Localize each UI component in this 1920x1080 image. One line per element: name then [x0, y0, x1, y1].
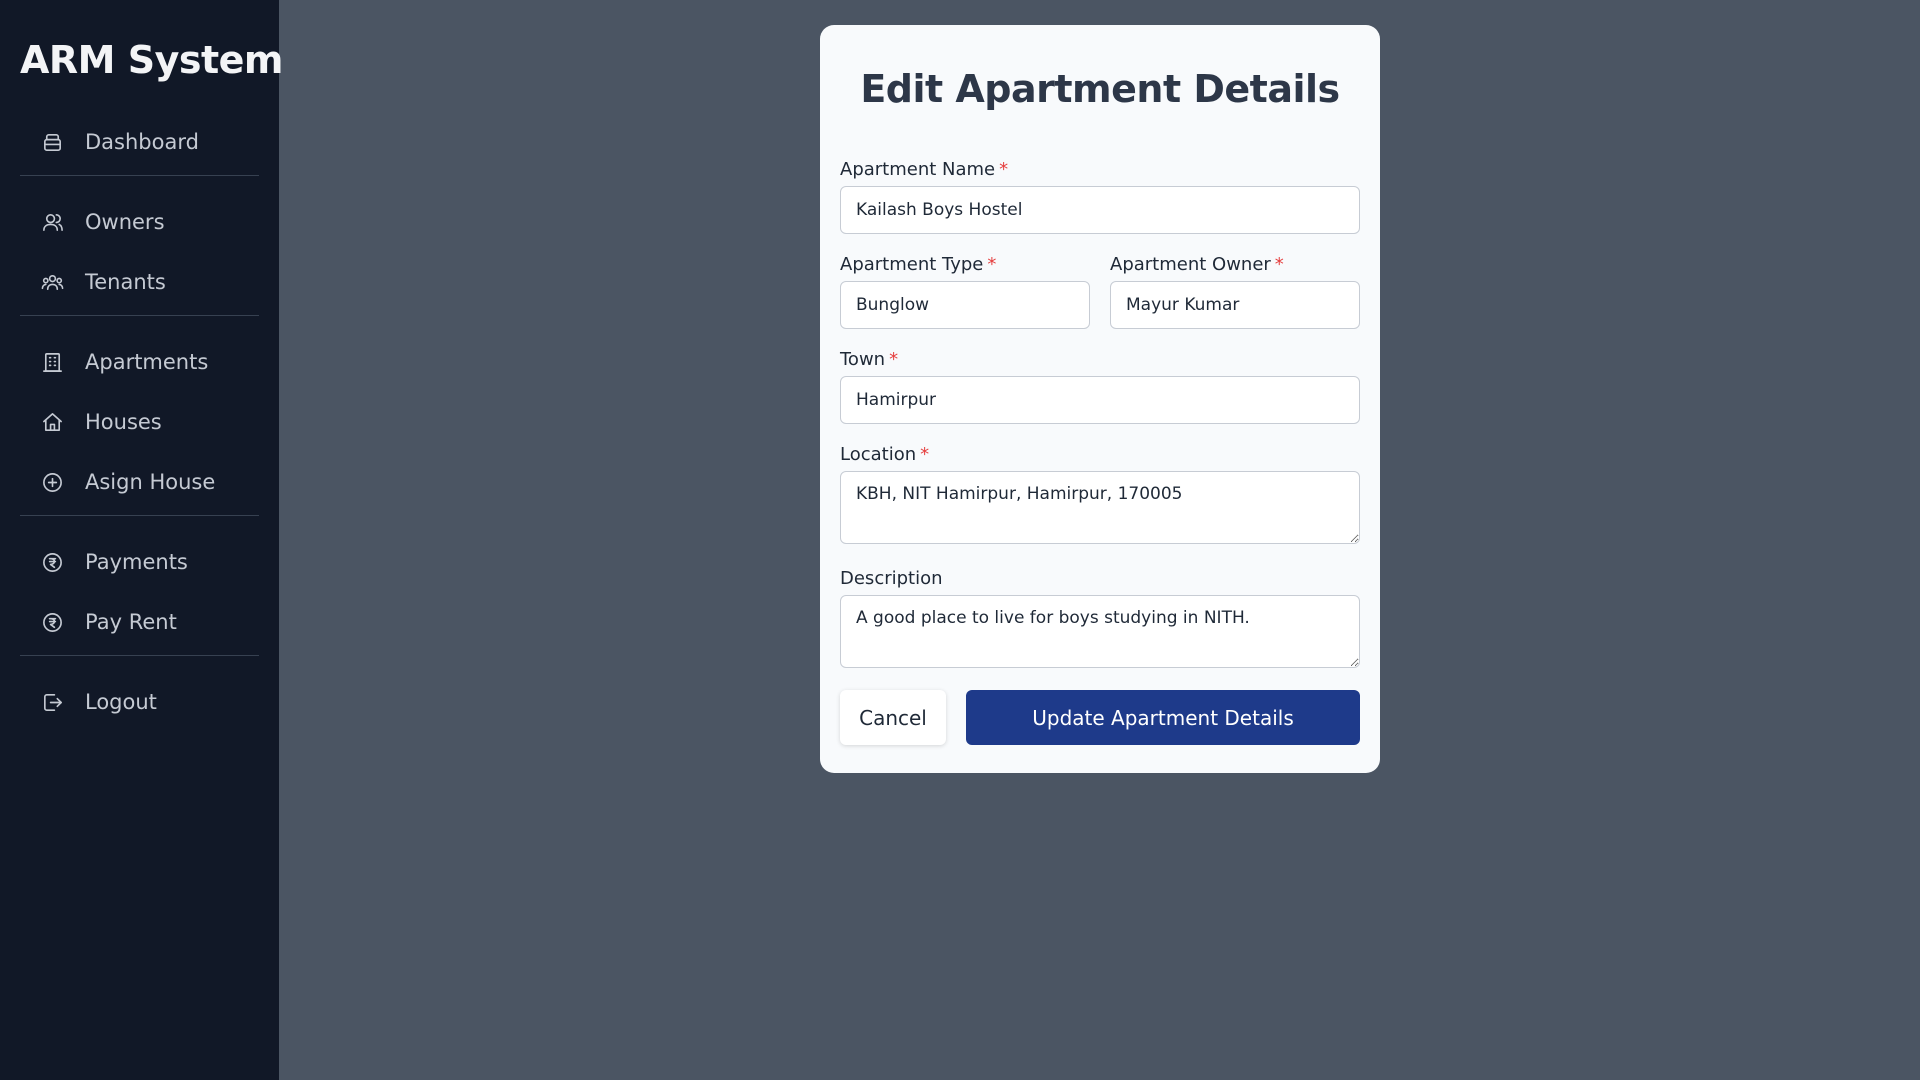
required-mark: * [987, 254, 997, 275]
dashboard-icon [40, 130, 64, 154]
edit-apartment-modal: Edit Apartment Details Apartment Name* A… [820, 25, 1380, 773]
sidebar: ARM System Dashboard Owners Tenants Apar… [0, 0, 284, 1080]
apartment-name-label-text: Apartment Name [840, 159, 996, 180]
apartment-owner-label: Apartment Owner * [1110, 254, 1360, 281]
update-apartment-button[interactable]: Update Apartment Details [966, 690, 1360, 745]
tenants-icon [40, 270, 64, 294]
sidebar-item-label: Pay Rent [85, 610, 177, 634]
rupee-circle-icon [40, 610, 64, 634]
sidebar-divider [20, 515, 259, 516]
sidebar-item-label: Logout [85, 690, 157, 714]
sidebar-item-label: Asign House [85, 470, 216, 494]
app-brand: ARM System [20, 38, 284, 82]
apartment-type-input[interactable] [840, 281, 1090, 329]
location-label-text: Location [840, 444, 917, 465]
type-owner-row: Apartment Type* Apartment Owner* [840, 254, 1360, 349]
modal-actions: Cancel Update Apartment Details [840, 690, 1360, 745]
required-mark: * [889, 349, 899, 370]
sidebar-item-tenants[interactable]: Tenants [20, 258, 259, 306]
apartment-owner-input[interactable] [1110, 281, 1360, 329]
description-label: Description [840, 568, 1360, 595]
sidebar-item-owners[interactable]: Owners [20, 198, 259, 246]
location-label: Location * [840, 444, 1360, 471]
sidebar-item-label: Apartments [85, 350, 209, 374]
sidebar-item-asign-house[interactable]: Asign House [20, 458, 259, 506]
sidebar-divider [20, 175, 259, 176]
description-textarea[interactable]: A good place to live for boys studying i… [840, 595, 1360, 668]
sidebar-item-label: Dashboard [85, 130, 199, 154]
location-textarea[interactable]: KBH, NIT Hamirpur, Hamirpur, 170005 [840, 471, 1360, 544]
required-mark: * [1274, 254, 1284, 275]
apartment-name-field-group: Apartment Name * [840, 159, 1360, 234]
modal-title: Edit Apartment Details [860, 67, 1340, 111]
sidebar-item-label: Owners [85, 210, 165, 234]
sidebar-item-label: Payments [85, 550, 188, 574]
building-icon [40, 350, 64, 374]
sidebar-item-payments[interactable]: Payments [20, 538, 259, 586]
sidebar-item-houses[interactable]: Houses [20, 398, 259, 446]
apartment-type-label-text: Apartment Type [840, 254, 984, 275]
apartment-name-input[interactable] [840, 186, 1360, 234]
logout-icon [40, 690, 64, 714]
description-label-text: Description [840, 568, 943, 589]
sidebar-item-label: Tenants [85, 270, 166, 294]
required-mark: * [920, 444, 930, 465]
cancel-button[interactable]: Cancel [840, 690, 946, 745]
description-field-group: Description A good place to live for boy… [840, 568, 1360, 672]
sidebar-item-label: Houses [85, 410, 162, 434]
location-field-group: Location * KBH, NIT Hamirpur, Hamirpur, 1… [840, 444, 1360, 548]
apartment-owner-field-group: Apartment Owner * [1110, 254, 1360, 329]
apartment-name-label: Apartment Name * [840, 159, 1360, 186]
sidebar-item-logout[interactable]: Logout [20, 678, 259, 726]
sidebar-item-dashboard[interactable]: Dashboard [20, 118, 259, 166]
town-label-text: Town [840, 349, 886, 370]
home-icon [40, 410, 64, 434]
sidebar-divider [20, 315, 259, 316]
sidebar-item-pay-rent[interactable]: Pay Rent [20, 598, 259, 646]
required-mark: * [999, 159, 1009, 180]
sidebar-divider [20, 655, 259, 656]
apartment-type-field-group: Apartment Type * [840, 254, 1090, 329]
plus-circle-icon [40, 470, 64, 494]
sidebar-item-apartments[interactable]: Apartments [20, 338, 259, 386]
apartment-type-label: Apartment Type * [840, 254, 1090, 281]
town-label: Town * [840, 349, 1360, 376]
rupee-circle-icon [40, 550, 64, 574]
town-field-group: Town * [840, 349, 1360, 424]
apartment-owner-label-text: Apartment Owner [1110, 254, 1271, 275]
owners-icon [40, 210, 64, 234]
town-input[interactable] [840, 376, 1360, 424]
